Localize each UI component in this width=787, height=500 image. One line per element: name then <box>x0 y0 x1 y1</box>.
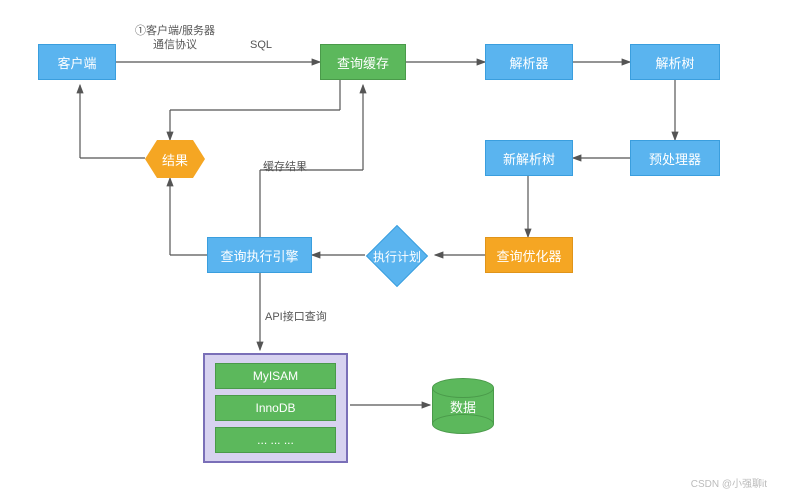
node-exec-plan: 执行计划 <box>375 234 419 278</box>
label-api-query: API接口查询 <box>265 310 327 324</box>
node-storage-engines: MyISAM InnoDB ... ... ... <box>203 353 348 463</box>
diagram-canvas: 客户端 查询缓存 解析器 解析树 预处理器 新解析树 查询优化器 执行计划 查询… <box>0 0 787 500</box>
storage-innodb: InnoDB <box>215 395 336 421</box>
node-parse-tree: 解析树 <box>630 44 720 80</box>
node-query-cache: 查询缓存 <box>320 44 406 80</box>
label-protocol-l2: 通信协议 <box>153 39 197 51</box>
label-protocol-l1: ①客户端/服务器 <box>135 25 215 37</box>
node-new-parse-tree: 新解析树 <box>485 140 573 176</box>
node-result: 结果 <box>145 140 205 178</box>
node-exec-engine: 查询执行引擎 <box>207 237 312 273</box>
label-cache-result: 缓存结果 <box>263 160 307 174</box>
watermark: CSDN @小强聊it <box>691 475 767 490</box>
node-data-cylinder: 数据 <box>432 378 494 434</box>
node-parser: 解析器 <box>485 44 573 80</box>
storage-myisam: MyISAM <box>215 363 336 389</box>
node-optimizer: 查询优化器 <box>485 237 573 273</box>
storage-other: ... ... ... <box>215 427 336 453</box>
node-client: 客户端 <box>38 44 116 80</box>
label-sql: SQL <box>250 38 272 52</box>
exec-plan-label: 执行计划 <box>361 234 433 278</box>
data-label: 数据 <box>432 378 494 434</box>
label-protocol: ①客户端/服务器 通信协议 <box>120 24 230 53</box>
node-preprocessor: 预处理器 <box>630 140 720 176</box>
